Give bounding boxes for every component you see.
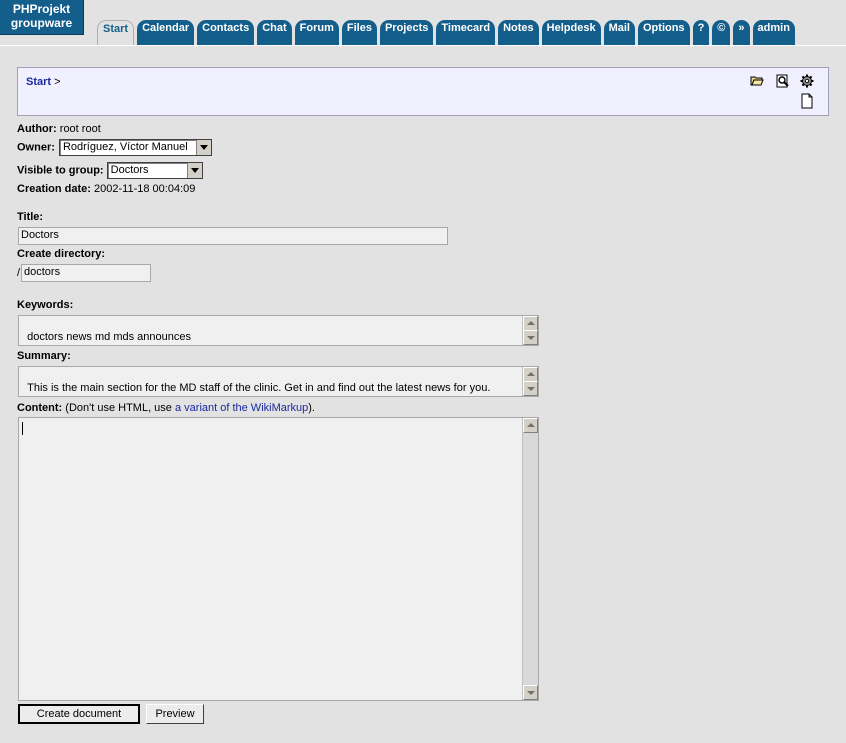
create-document-button[interactable]: Create document	[18, 704, 140, 724]
creation-date-label: Creation date:	[17, 183, 91, 195]
search-icon[interactable]	[776, 74, 790, 88]
tab-files[interactable]: Files	[341, 20, 377, 45]
scroll-down-icon[interactable]	[523, 685, 538, 700]
summary-text: This is the main section for the MD staf…	[27, 382, 491, 394]
new-document-icon[interactable]	[800, 93, 814, 109]
content-textarea[interactable]	[18, 417, 539, 701]
creation-date-row: Creation date: 2002-11-18 00:04:09	[17, 183, 195, 195]
wikimarkup-link[interactable]: a variant of the WikiMarkup	[175, 402, 308, 414]
group-row: Visible to group: Doctors	[17, 162, 203, 179]
breadcrumb: Start >	[26, 76, 61, 88]
summary-label: Summary:	[17, 350, 71, 362]
directory-prefix: /	[17, 267, 21, 279]
tab-notes[interactable]: Notes	[498, 20, 539, 45]
tab-forum[interactable]: Forum	[294, 20, 339, 45]
author-value: root root	[59, 123, 101, 135]
tab-helpdesk[interactable]: Helpdesk	[541, 20, 601, 45]
logo-line-2: groupware	[10, 16, 73, 30]
directory-label: Create directory:	[17, 248, 106, 260]
text-caret	[22, 422, 23, 435]
content-label: Content:	[17, 402, 63, 414]
scroll-down-icon[interactable]	[523, 381, 538, 396]
creation-date-value: 2002-11-18 00:04:09	[94, 183, 196, 195]
group-select[interactable]: Doctors	[106, 162, 203, 179]
summary-scrollbar[interactable]	[522, 367, 538, 396]
keywords-label: Keywords:	[17, 299, 74, 311]
tab-chat[interactable]: Chat	[257, 20, 292, 45]
tab-start[interactable]: Start	[97, 20, 135, 45]
tab-divider	[0, 45, 846, 46]
app-logo[interactable]: PHProjekt groupware	[0, 0, 84, 35]
tab-mail[interactable]: Mail	[603, 20, 635, 45]
tab-admin[interactable]: admin	[752, 20, 795, 45]
tab-contacts[interactable]: Contacts	[197, 20, 255, 45]
content-note-before: (Don't use HTML, use	[65, 402, 175, 414]
gear-icon[interactable]	[800, 74, 814, 88]
chevron-down-icon	[195, 140, 211, 155]
title-input[interactable]: Doctors	[18, 227, 448, 245]
group-label: Visible to group:	[17, 164, 104, 177]
keywords-scrollbar[interactable]	[522, 316, 538, 345]
summary-textarea[interactable]: This is the main section for the MD staf…	[18, 366, 539, 397]
main-nav-tabs: Start Calendar Contacts Chat Forum Files…	[97, 20, 795, 45]
author-label: Author:	[17, 123, 57, 135]
tab-options[interactable]: Options	[638, 20, 690, 45]
chevron-down-icon	[186, 163, 202, 178]
tab-projects[interactable]: Projects	[379, 20, 434, 45]
owner-row: Owner: Rodríguez, Víctor Manuel	[17, 139, 212, 156]
scroll-up-icon[interactable]	[523, 367, 538, 382]
author-row: Author: root root	[17, 123, 101, 135]
tab-copyright[interactable]: ©	[712, 20, 731, 45]
logo-line-1: PHProjekt	[12, 2, 71, 16]
preview-button[interactable]: Preview	[146, 704, 204, 724]
directory-input[interactable]: doctors	[21, 264, 151, 282]
toolbar-icons	[750, 74, 820, 110]
content-note-after: ).	[308, 402, 315, 414]
breadcrumb-separator: >	[54, 76, 61, 88]
content-label-row: Content: (Don't use HTML, use a variant …	[17, 402, 315, 414]
keywords-text: doctors news md mds announces	[27, 331, 191, 343]
scroll-down-icon[interactable]	[523, 330, 538, 345]
tab-calendar[interactable]: Calendar	[137, 20, 195, 45]
tab-more[interactable]: »	[733, 20, 750, 45]
owner-select-value: Rodríguez, Víctor Manuel	[62, 141, 188, 153]
scroll-up-icon[interactable]	[523, 316, 538, 331]
content-scrollbar[interactable]	[522, 418, 538, 700]
title-label: Title:	[17, 211, 44, 223]
tab-help[interactable]: ?	[692, 20, 710, 45]
breadcrumb-panel: Start >	[17, 67, 829, 116]
scroll-up-icon[interactable]	[523, 418, 538, 433]
owner-label: Owner:	[17, 141, 55, 154]
breadcrumb-start-link[interactable]: Start	[26, 76, 51, 88]
tab-timecard[interactable]: Timecard	[436, 20, 496, 45]
keywords-textarea[interactable]: doctors news md mds announces	[18, 315, 539, 346]
group-select-value: Doctors	[110, 164, 149, 176]
folder-open-icon[interactable]	[750, 74, 764, 88]
owner-select[interactable]: Rodríguez, Víctor Manuel	[58, 139, 212, 156]
